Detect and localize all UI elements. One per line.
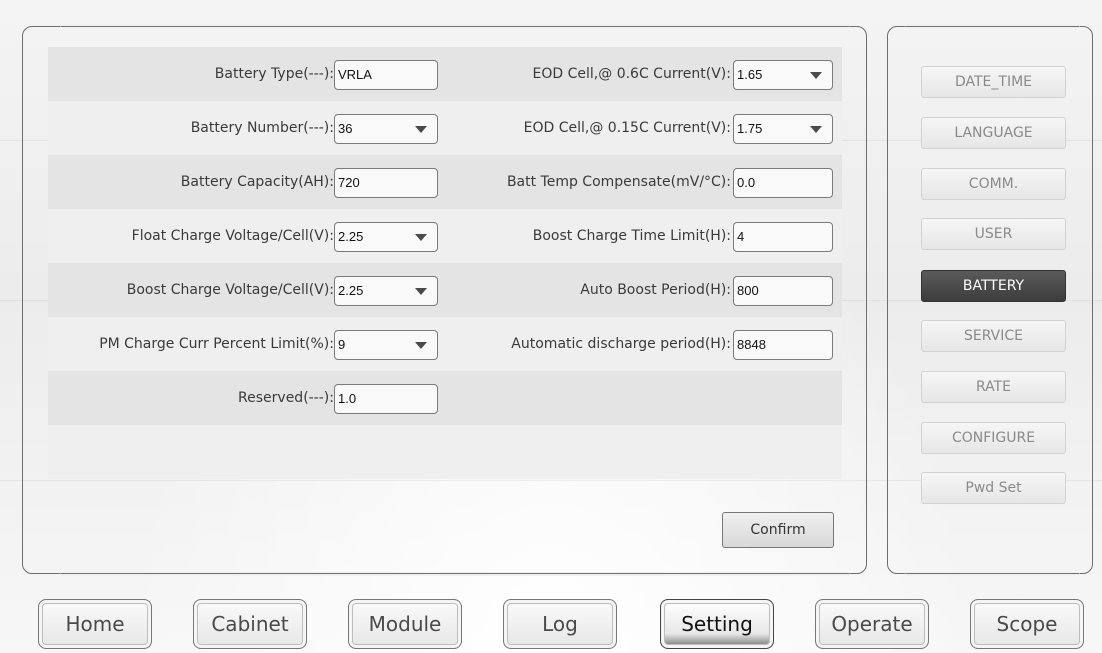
battery-type-field[interactable]: VRLA <box>334 60 438 90</box>
form-row-empty <box>48 425 842 479</box>
nav-module-button[interactable]: Module <box>348 599 462 649</box>
auto-boost-period-field[interactable]: 800 <box>733 276 833 306</box>
nav-operate-button[interactable]: Operate <box>815 599 929 649</box>
chevron-down-icon[interactable] <box>810 126 822 133</box>
menu-configure-button[interactable]: CONFIGURE <box>921 422 1066 454</box>
auto-boost-period-label: Auto Boost Period(H): <box>580 282 731 298</box>
nav-log-button[interactable]: Log <box>503 599 617 649</box>
eod-cell-015c-label: EOD Cell,@ 0.15C Current(V): <box>523 120 731 136</box>
form-row: Battery Capacity(AH): 720 Batt Temp Comp… <box>48 155 842 209</box>
battery-capacity-label: Battery Capacity(AH): <box>180 174 334 190</box>
chevron-down-icon[interactable] <box>415 342 427 349</box>
chevron-down-icon[interactable] <box>415 288 427 295</box>
menu-pwd-set-button[interactable]: Pwd Set <box>921 472 1066 504</box>
chevron-down-icon[interactable] <box>415 126 427 133</box>
batt-temp-compensate-field[interactable]: 0.0 <box>733 168 833 198</box>
boost-charge-voltage-select[interactable]: 2.25 <box>334 276 438 306</box>
form-row: Float Charge Voltage/Cell(V): 2.25 Boost… <box>48 209 842 263</box>
battery-type-label: Battery Type(---): <box>214 66 334 82</box>
menu-comm-button[interactable]: COMM. <box>921 168 1066 200</box>
float-charge-voltage-select[interactable]: 2.25 <box>334 222 438 252</box>
battery-number-select[interactable]: 36 <box>334 114 438 144</box>
menu-language-button[interactable]: LANGUAGE <box>921 117 1066 149</box>
eod-cell-015c-value: 1.75 <box>737 121 763 136</box>
confirm-button[interactable]: Confirm <box>722 512 834 548</box>
boost-charge-voltage-label: Boost Charge Voltage/Cell(V): <box>126 282 334 298</box>
form-row: Battery Number(---): 36 EOD Cell,@ 0.15C… <box>48 101 842 155</box>
eod-cell-06c-value: 1.65 <box>737 67 763 82</box>
eod-cell-06c-select[interactable]: 1.65 <box>733 60 833 90</box>
pm-charge-curr-value: 9 <box>338 337 346 352</box>
form-row: PM Charge Curr Percent Limit(%): 9 Autom… <box>48 317 842 371</box>
boost-charge-time-limit-label: Boost Charge Time Limit(H): <box>532 228 731 244</box>
menu-user-button[interactable]: USER <box>921 218 1066 250</box>
float-charge-voltage-value: 2.25 <box>338 229 364 244</box>
eod-cell-06c-label: EOD Cell,@ 0.6C Current(V): <box>532 66 731 82</box>
battery-number-value: 36 <box>338 121 353 136</box>
chevron-down-icon[interactable] <box>415 234 427 241</box>
chevron-down-icon[interactable] <box>810 72 822 79</box>
form-row: Reserved(---): 1.0 <box>48 371 842 425</box>
batt-temp-compensate-label: Batt Temp Compensate(mV/°C): <box>506 174 731 190</box>
eod-cell-015c-select[interactable]: 1.75 <box>733 114 833 144</box>
boost-charge-time-limit-field[interactable]: 4 <box>733 222 833 252</box>
float-charge-voltage-label: Float Charge Voltage/Cell(V): <box>131 228 334 244</box>
boost-charge-voltage-value: 2.25 <box>338 283 364 298</box>
nav-setting-button[interactable]: Setting <box>660 599 774 649</box>
menu-service-button[interactable]: SERVICE <box>921 320 1066 352</box>
menu-rate-button[interactable]: RATE <box>921 371 1066 403</box>
form-row: Boost Charge Voltage/Cell(V): 2.25 Auto … <box>48 263 842 317</box>
form-row: Battery Type(---): VRLA EOD Cell,@ 0.6C … <box>48 47 842 101</box>
battery-settings-form: Battery Type(---): VRLA EOD Cell,@ 0.6C … <box>48 47 842 481</box>
automatic-discharge-period-label: Automatic discharge period(H): <box>511 336 731 352</box>
reserved-field[interactable]: 1.0 <box>334 384 438 414</box>
pm-charge-curr-label: PM Charge Curr Percent Limit(%): <box>99 336 334 352</box>
reserved-label: Reserved(---): <box>238 390 334 406</box>
pm-charge-curr-select[interactable]: 9 <box>334 330 438 360</box>
automatic-discharge-period-field[interactable]: 8848 <box>733 330 833 360</box>
nav-scope-button[interactable]: Scope <box>970 599 1084 649</box>
nav-cabinet-button[interactable]: Cabinet <box>193 599 307 649</box>
nav-home-button[interactable]: Home <box>38 599 152 649</box>
menu-battery-button[interactable]: BATTERY <box>921 270 1066 302</box>
battery-capacity-field[interactable]: 720 <box>334 168 438 198</box>
menu-date-time-button[interactable]: DATE_TIME <box>921 66 1066 98</box>
battery-number-label: Battery Number(---): <box>190 120 334 136</box>
